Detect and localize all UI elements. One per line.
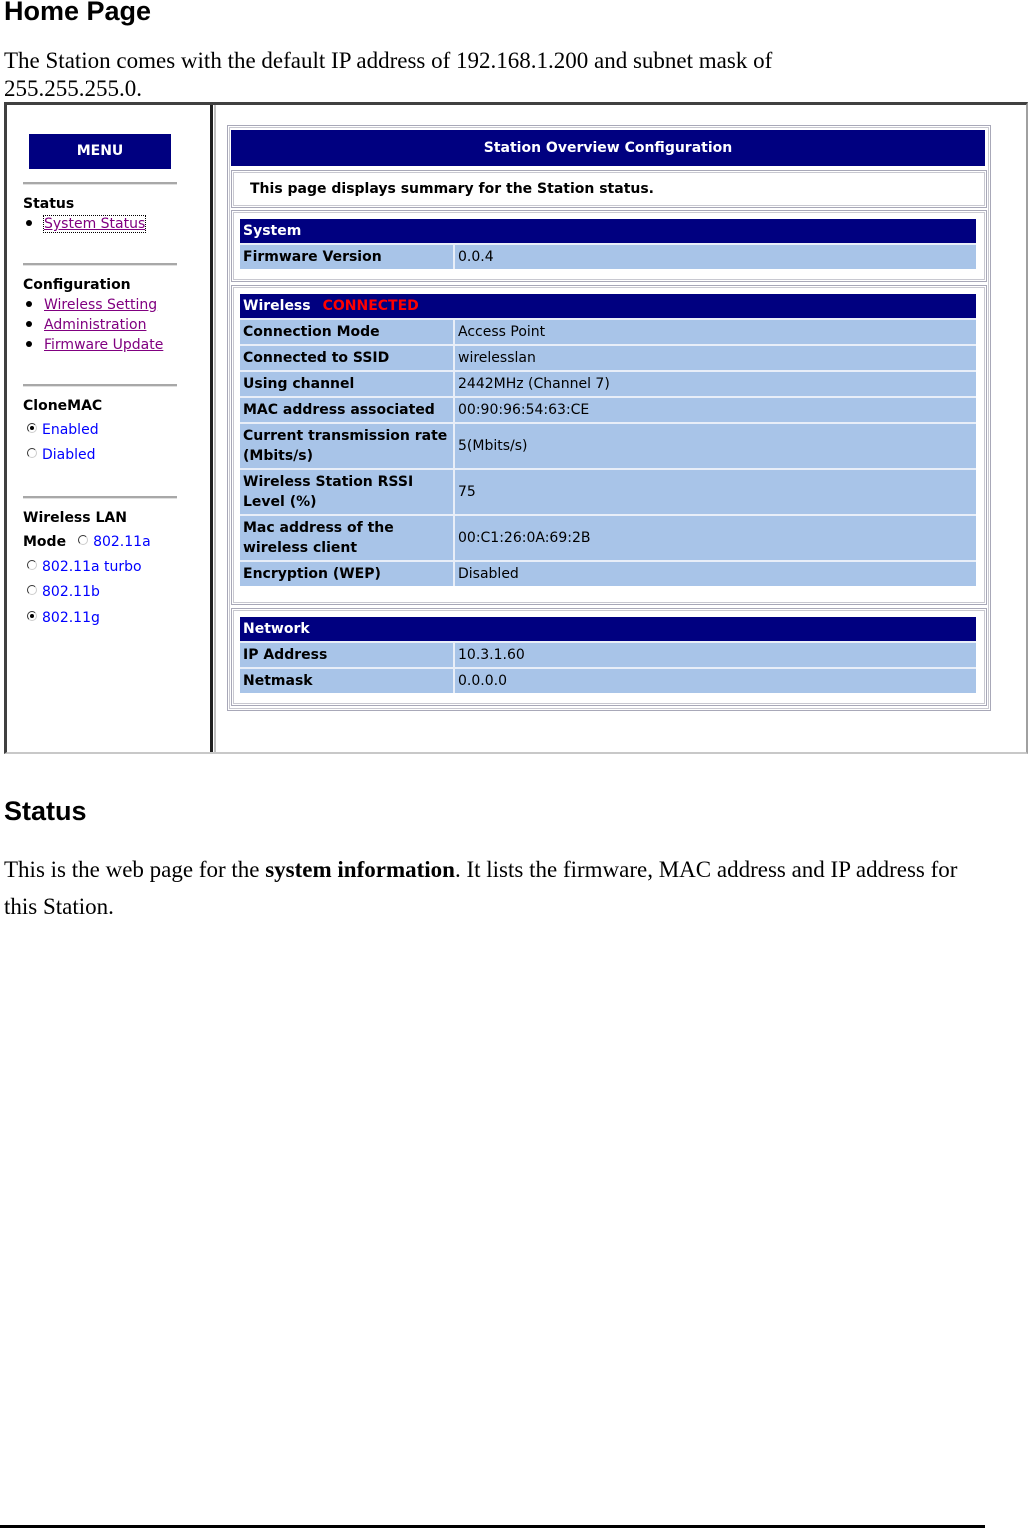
wireless-header-label: Wireless xyxy=(243,298,311,314)
system-section: System Firmware Version 0.0.4 xyxy=(240,219,976,269)
row-key: MAC address associated xyxy=(240,398,455,422)
row-value: wirelesslan xyxy=(458,350,536,366)
row-key: Wireless Station RSSI Level (%) xyxy=(240,470,455,514)
bullet-icon xyxy=(26,220,32,226)
radio-label: 802.11a turbo xyxy=(42,559,142,575)
overview-title: Station Overview Configuration xyxy=(231,130,985,166)
bullet-icon xyxy=(26,341,32,347)
row-value: 0.0.4 xyxy=(458,249,494,265)
wlan-80211a-radio[interactable]: Mode 802.11a xyxy=(23,534,151,550)
status-section-title: Status xyxy=(23,196,75,212)
radio-label: Enabled xyxy=(42,422,99,438)
row-value: Access Point xyxy=(458,324,546,340)
nav-item-system-status[interactable]: System Status xyxy=(23,215,147,233)
row-key: Mac address of the wireless client xyxy=(240,516,455,560)
row-key: Firmware Version xyxy=(240,245,455,269)
status-text: This is the web page for the xyxy=(4,857,266,882)
radio-unselected-icon[interactable] xyxy=(27,585,37,595)
system-status-link[interactable]: System Status xyxy=(42,215,147,233)
row-key: Connection Mode xyxy=(240,320,455,344)
row-value: 0.0.0.0 xyxy=(458,673,507,689)
divider xyxy=(23,263,177,266)
table-row: Wireless Station RSSI Level (%) 75 xyxy=(240,468,976,514)
nav-item-wireless-setting[interactable]: Wireless Setting xyxy=(23,297,157,313)
bullet-icon xyxy=(26,301,32,307)
clonemac-enabled-radio[interactable]: Enabled xyxy=(27,422,99,438)
divider xyxy=(23,496,177,499)
network-header-label: Network xyxy=(243,621,310,637)
intro-paragraph: The Station comes with the default IP ad… xyxy=(4,48,773,101)
status-paragraph: This is the web page for the system info… xyxy=(4,851,964,925)
nav-item-firmware-update[interactable]: Firmware Update xyxy=(23,337,163,353)
table-row: Mac address of the wireless client 00:C1:… xyxy=(240,514,976,560)
row-key: Current transmission rate (Mbits/s) xyxy=(240,424,455,468)
menu-frame: MENU Status System Status Configuration … xyxy=(7,105,216,752)
radio-unselected-icon[interactable] xyxy=(78,535,89,545)
status-heading: Status xyxy=(4,796,87,826)
table-row: Using channel 2442MHz (Channel 7) xyxy=(240,370,976,396)
row-value: 5(Mbits/s) xyxy=(458,438,528,454)
divider xyxy=(23,182,177,185)
wlan-mode-label: Mode xyxy=(23,534,67,550)
radio-selected-icon[interactable] xyxy=(27,611,37,621)
radio-selected-icon[interactable] xyxy=(27,423,37,433)
network-header: Network xyxy=(240,617,976,641)
table-row: Connected to SSID wirelesslan xyxy=(240,344,976,370)
row-key: IP Address xyxy=(240,643,455,667)
row-value: 75 xyxy=(458,484,476,500)
radio-label: 802.11g xyxy=(42,610,100,626)
wlan-80211b-radio[interactable]: 802.11b xyxy=(27,584,100,600)
description-box: This page displays summary for the Stati… xyxy=(231,170,987,208)
row-key: Using channel xyxy=(240,372,455,396)
clonemac-section-title: CloneMAC xyxy=(23,398,103,414)
table-row: MAC address associated 00:90:96:54:63:CE xyxy=(240,396,976,422)
wlan-80211g-radio[interactable]: 802.11g xyxy=(27,610,100,626)
clonemac-disabled-radio[interactable]: Diabled xyxy=(27,447,96,463)
administration-link[interactable]: Administration xyxy=(44,317,146,333)
connection-status-badge: CONNECTED xyxy=(322,298,419,314)
radio-label: 802.11a xyxy=(93,534,151,550)
radio-label: 802.11b xyxy=(42,584,100,600)
page-heading: Home Page xyxy=(4,0,152,26)
wireless-header: Wireless CONNECTED xyxy=(240,294,976,318)
network-section: Network IP Address 10.3.1.60 Netmask 0.0.0.… xyxy=(240,617,976,693)
row-value: 00:C1:26:0A:69:2B xyxy=(458,530,591,546)
firmware-update-link[interactable]: Firmware Update xyxy=(44,337,163,353)
row-value: Disabled xyxy=(458,566,519,582)
system-header: System xyxy=(240,219,976,243)
row-key: Netmask xyxy=(240,669,455,693)
row-value: 00:90:96:54:63:CE xyxy=(458,402,590,418)
network-rows: IP Address 10.3.1.60 Netmask 0.0.0.0 xyxy=(240,641,976,693)
bullet-icon xyxy=(26,321,32,327)
footer-rule xyxy=(0,1525,985,1528)
wireless-setting-link[interactable]: Wireless Setting xyxy=(44,297,157,313)
wlan-80211a-turbo-radio[interactable]: 802.11a turbo xyxy=(27,559,142,575)
table-row: Connection Mode Access Point xyxy=(240,318,976,344)
station-screenshot: MENU Status System Status Configuration … xyxy=(4,102,1028,754)
table-row: Netmask 0.0.0.0 xyxy=(240,667,976,693)
wireless-section: Wireless CONNECTED Connection Mode Access … xyxy=(240,294,976,586)
menu-header: MENU xyxy=(29,134,171,169)
configuration-section-title: Configuration xyxy=(23,277,131,293)
overview-description: This page displays summary for the Stati… xyxy=(250,181,655,197)
table-row: Current transmission rate (Mbits/s) 5(Mbi… xyxy=(240,422,976,468)
row-value: 10.3.1.60 xyxy=(458,647,525,663)
table-row: Encryption (WEP) Disabled xyxy=(240,560,976,586)
table-row: IP Address 10.3.1.60 xyxy=(240,641,976,667)
wlan-section-title: Wireless LAN xyxy=(23,510,127,526)
table-row: Firmware Version 0.0.4 xyxy=(240,243,976,269)
status-text-bold: system information xyxy=(265,857,455,882)
row-key: Encryption (WEP) xyxy=(240,562,455,586)
wireless-rows: Connection Mode Access Point Connected to … xyxy=(240,318,976,586)
radio-unselected-icon[interactable] xyxy=(27,560,37,570)
row-value: 2442MHz (Channel 7) xyxy=(458,376,610,392)
system-header-label: System xyxy=(243,223,302,239)
nav-item-administration[interactable]: Administration xyxy=(23,317,146,333)
divider xyxy=(23,384,177,387)
radio-label: Diabled xyxy=(42,447,96,463)
radio-unselected-icon[interactable] xyxy=(27,448,37,458)
row-key: Connected to SSID xyxy=(240,346,455,370)
